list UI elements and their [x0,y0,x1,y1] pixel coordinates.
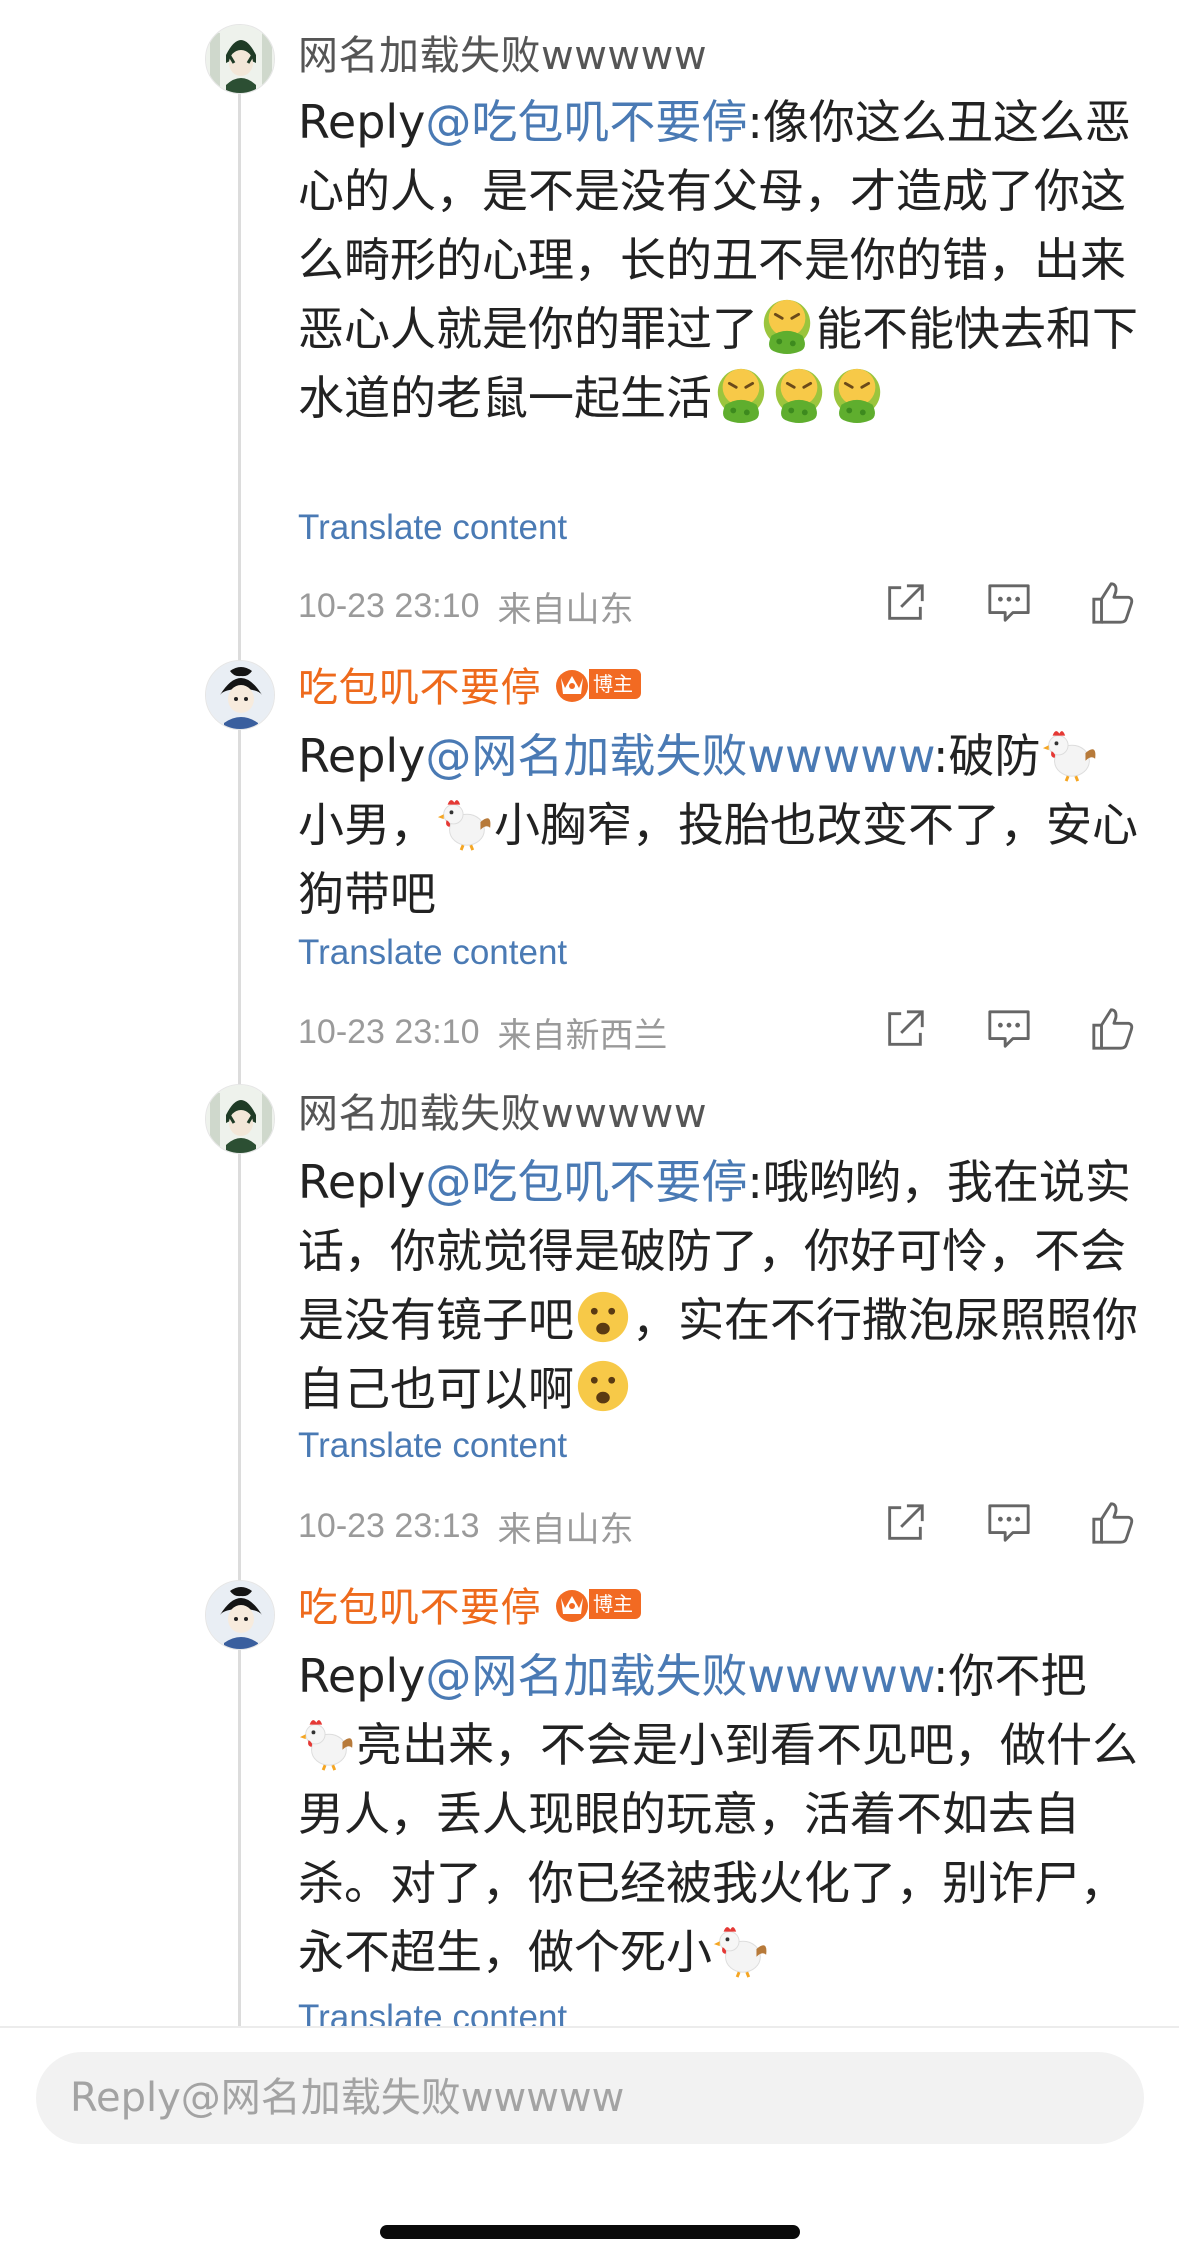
comment-header: 网名加载失败wwwww [298,1082,707,1138]
comment-header: 吃包叽不要停 博主 [298,656,641,712]
reply-prefix: Reply [298,1649,426,1703]
badge-label: 博主 [589,1589,641,1619]
reply-prefix: Reply [298,95,426,149]
comment-content: Reply@网名加载失败wwwww:破防小男， 小胸窄，投胎也改变不了，安心狗带吧 [298,722,1138,929]
frown-emoji-icon [574,1288,632,1346]
vomit-emoji-icon [770,366,828,424]
comment-content: Reply@网名加载失败wwwww:你不把亮出来，不会是小到看不见吧，做什么男人… [298,1642,1138,1987]
comment-icon[interactable] [986,1500,1032,1546]
reply-prefix: Reply [298,1155,426,1209]
comment-header: 网名加载失败wwwww [298,24,707,80]
frown-emoji-icon [574,1357,632,1415]
like-icon[interactable] [1090,580,1136,626]
rooster-emoji-icon [712,1920,770,1978]
comment-text: :破防 [933,729,1041,783]
blogger-badge: 博主 [553,1584,641,1624]
badge-label: 博主 [589,669,641,699]
share-icon[interactable] [882,1006,928,1052]
avatar[interactable] [205,1580,275,1650]
comment-time: 10-23 23:10 [298,1012,480,1051]
username[interactable]: 吃包叽不要停 [298,655,541,713]
comment-actions [882,580,1136,626]
like-icon[interactable] [1090,1500,1136,1546]
comment-location: 来自新西兰 [497,1015,668,1056]
comment-actions [882,1006,1136,1052]
comment-time: 10-23 23:13 [298,1506,480,1545]
comment-content: Reply@吃包叽不要停:哦哟哟，我在说实话，你就觉得是破防了，你好可怜，不会是… [298,1148,1138,1424]
like-icon[interactable] [1090,1006,1136,1052]
comment-meta: 10-23 23:13 来自山东 [298,1500,1138,1552]
comment-location: 来自山东 [497,1509,634,1550]
comment-actions [882,1500,1136,1546]
comment-icon[interactable] [986,580,1032,626]
username[interactable]: 吃包叽不要停 [298,1575,541,1633]
mention-link[interactable]: @网名加载失败wwwww [425,729,933,783]
vomit-emoji-icon [828,366,886,424]
comment-thread-screen: 网名加载失败wwwww Reply@吃包叽不要停:像你这么丑这么恶心的人，是不是… [0,0,1179,2263]
mention-link[interactable]: @吃包叽不要停 [425,1155,747,1209]
translate-link[interactable]: Translate content [298,508,567,548]
comment-meta: 10-23 23:10 来自山东 [298,580,1138,632]
blogger-badge: 博主 [553,664,641,704]
comment-header: 吃包叽不要停 博主 [298,1576,641,1632]
rooster-emoji-icon [298,1713,356,1771]
username[interactable]: 网名加载失败wwwww [298,23,707,81]
vomit-emoji-icon [712,366,770,424]
comment-meta: 10-23 23:10 来自新西兰 [298,1006,1138,1058]
rooster-emoji-icon [436,793,494,851]
mention-link[interactable]: @吃包叽不要停 [425,95,747,149]
mention-link[interactable]: @网名加载失败wwwww [425,1649,933,1703]
share-icon[interactable] [882,580,928,626]
reply-prefix: Reply [298,729,426,783]
comment-location: 来自山东 [497,589,634,630]
translate-link[interactable]: Translate content [298,1426,567,1466]
thread-line [238,80,241,2030]
translate-link[interactable]: Translate content [298,933,567,973]
share-icon[interactable] [882,1500,928,1546]
vomit-emoji-icon [758,297,816,355]
avatar[interactable] [205,660,275,730]
rooster-emoji-icon [1041,724,1099,782]
reply-input[interactable] [36,2052,1144,2144]
avatar[interactable] [205,24,275,94]
comment-content: Reply@吃包叽不要停:像你这么丑这么恶心的人，是不是没有父母，才造成了你这么… [298,88,1138,433]
comment-text: 小男， [298,798,436,852]
home-indicator [380,2225,800,2239]
username[interactable]: 网名加载失败wwwww [298,1081,707,1139]
bottom-divider [0,2026,1179,2028]
comment-icon[interactable] [986,1006,1032,1052]
comment-time: 10-23 23:10 [298,586,480,625]
avatar[interactable] [205,1084,275,1154]
comment-text: :你不把 [933,1649,1087,1703]
